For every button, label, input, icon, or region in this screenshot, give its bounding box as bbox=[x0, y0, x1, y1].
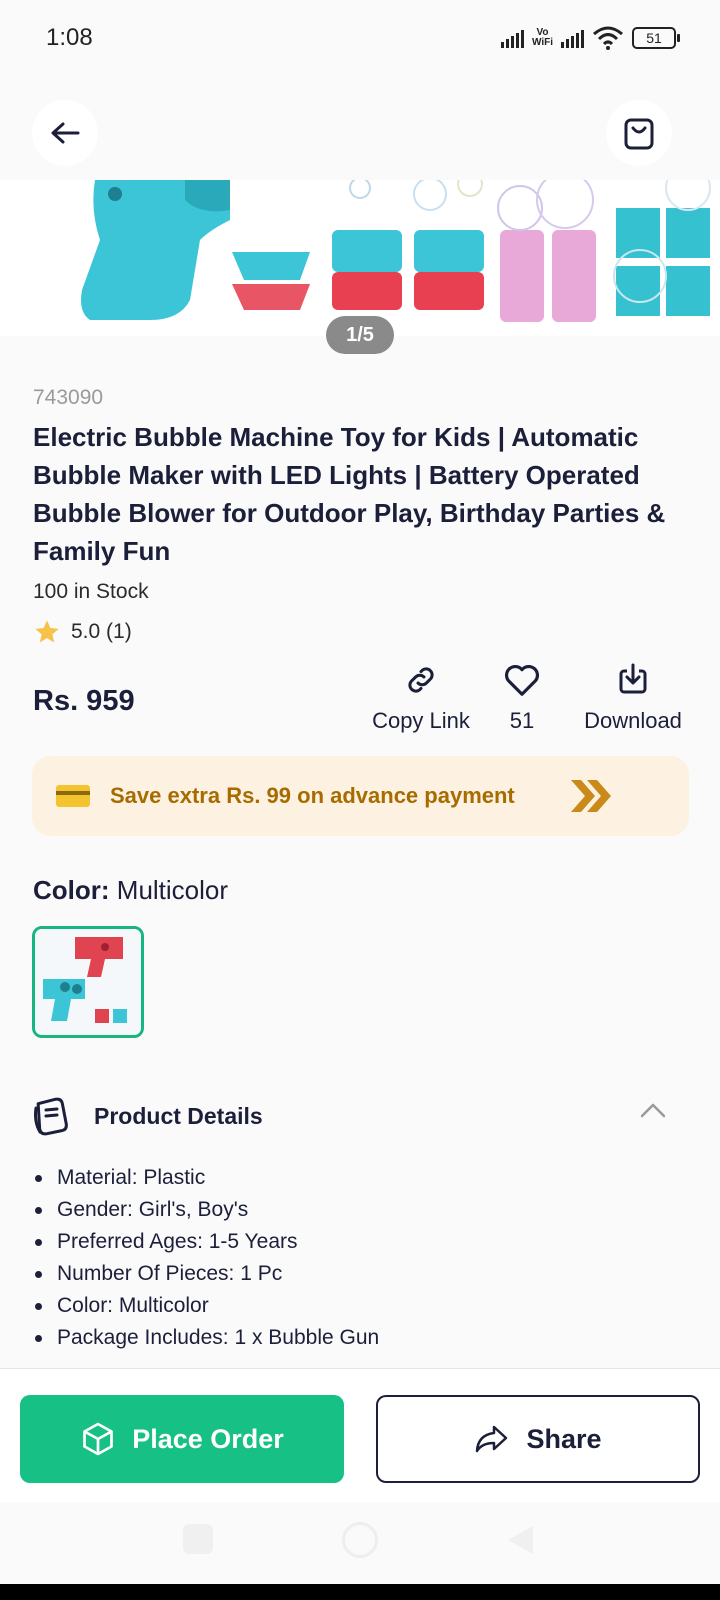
color-swatch-multicolor[interactable] bbox=[32, 926, 144, 1038]
back-button[interactable] bbox=[32, 100, 98, 166]
product-sku: 743090 bbox=[33, 386, 104, 409]
document-icon bbox=[34, 1097, 68, 1136]
download-label: Download bbox=[584, 708, 682, 733]
product-image-gallery[interactable] bbox=[0, 180, 720, 336]
status-icons: Vo WiFi 51 bbox=[500, 22, 680, 54]
place-order-label: Place Order bbox=[132, 1423, 284, 1454]
product-details-title: Product Details bbox=[94, 1102, 263, 1129]
product-details-toggle[interactable]: Product Details bbox=[32, 1092, 688, 1140]
list-item: Number Of Pieces: 1 Pc bbox=[33, 1258, 693, 1290]
cart-button[interactable] bbox=[606, 100, 672, 166]
gallery-page-indicator: 1/5 bbox=[326, 316, 394, 354]
list-item: Gender: Girl's, Boy's bbox=[33, 1194, 693, 1226]
wifi-icon bbox=[593, 26, 623, 50]
share-arrow-icon bbox=[476, 1425, 508, 1453]
download-button[interactable]: Download bbox=[572, 662, 694, 734]
list-item: Material: Plastic bbox=[33, 1162, 693, 1194]
screen-bottom-edge bbox=[0, 1584, 720, 1600]
arrow-left-icon bbox=[51, 122, 80, 144]
place-order-button[interactable]: Place Order bbox=[20, 1395, 344, 1483]
signal-icon bbox=[500, 28, 524, 48]
like-button[interactable]: 51 bbox=[492, 662, 552, 734]
credit-card-icon bbox=[56, 785, 90, 807]
variant-thumbnail bbox=[35, 929, 141, 1035]
copy-link-button[interactable]: Copy Link bbox=[366, 662, 476, 734]
color-label: Color: bbox=[33, 875, 110, 905]
link-icon bbox=[408, 667, 434, 693]
product-details-list: Material: Plastic Gender: Girl's, Boy's … bbox=[33, 1162, 693, 1354]
promo-text: Save extra Rs. 99 on advance payment bbox=[110, 783, 515, 808]
star-icon bbox=[35, 620, 59, 643]
download-icon bbox=[619, 663, 647, 694]
signal-icon-2 bbox=[561, 28, 584, 48]
double-chevron-right-icon bbox=[571, 780, 611, 812]
like-count: 51 bbox=[509, 708, 535, 733]
battery-icon: 51 bbox=[632, 27, 680, 49]
heart-icon bbox=[505, 664, 539, 696]
bottom-action-bar: Place Order Share bbox=[0, 1368, 720, 1502]
home-button[interactable] bbox=[342, 1522, 378, 1558]
product-price: Rs. 959 bbox=[33, 685, 135, 717]
list-item: Preferred Ages: 1-5 Years bbox=[33, 1226, 693, 1258]
copy-link-label: Copy Link bbox=[372, 708, 470, 733]
system-nav-bar bbox=[0, 1502, 720, 1584]
product-image bbox=[81, 180, 711, 322]
share-button[interactable]: Share bbox=[376, 1395, 700, 1483]
status-bar: 1:08 Vo WiFi 51 bbox=[0, 0, 720, 80]
back-triangle-icon[interactable] bbox=[505, 1524, 535, 1556]
vowifi-icon: Vo WiFi bbox=[531, 27, 553, 48]
rating-value: 5.0 (1) bbox=[71, 620, 132, 643]
chevron-up-icon bbox=[640, 1103, 666, 1118]
status-time: 1:08 bbox=[46, 24, 93, 51]
advance-payment-promo[interactable]: Save extra Rs. 99 on advance payment bbox=[32, 756, 689, 836]
shopping-bag-icon bbox=[624, 118, 654, 150]
color-value: Multicolor bbox=[116, 875, 229, 905]
product-rating[interactable]: 5.0 (1) bbox=[33, 618, 132, 646]
product-title: Electric Bubble Machine Toy for Kids | A… bbox=[33, 422, 666, 566]
stock-status: 100 in Stock bbox=[33, 580, 149, 603]
list-item: Color: Multicolor bbox=[33, 1290, 693, 1322]
box-icon bbox=[83, 1422, 114, 1456]
color-selector-label: Color: Multicolor bbox=[33, 875, 228, 906]
recent-apps-button[interactable] bbox=[183, 1524, 213, 1554]
share-label: Share bbox=[526, 1423, 602, 1454]
list-item: Package Includes: 1 x Bubble Gun bbox=[33, 1322, 693, 1354]
